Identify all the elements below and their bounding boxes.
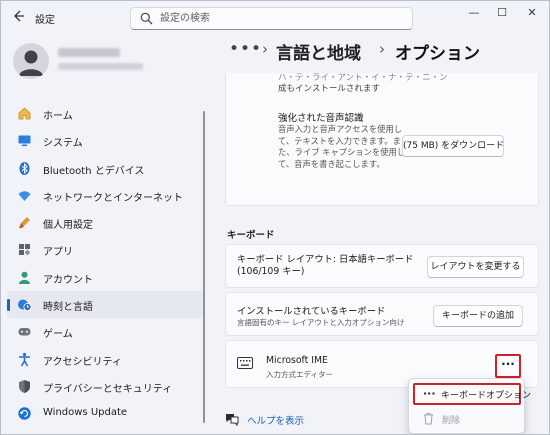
brush-icon xyxy=(19,217,30,229)
breadcrumb-language-region[interactable]: 言語と地域 xyxy=(276,39,361,64)
sidebar-item-label: Bluetooth とデバイス xyxy=(43,165,145,177)
gamepad-icon xyxy=(18,328,31,336)
sidebar-item-label: アクセシビリティ xyxy=(43,356,122,368)
sidebar-item-label: ホーム xyxy=(43,111,73,122)
more-dots-icon: ··· xyxy=(423,387,436,400)
sidebar-item-personalization[interactable]: 個人用設定 xyxy=(7,209,203,236)
sidebar-item-system[interactable]: システム xyxy=(7,127,203,154)
keyboard-icon xyxy=(237,357,253,369)
ime-title: Microsoft IME xyxy=(266,355,328,366)
help-icon xyxy=(226,414,239,426)
menu-item-label: キーボードオプション xyxy=(441,391,532,401)
add-keyboard-button[interactable]: キーボードの追加 xyxy=(433,305,523,327)
title-bar: 設定 — ☐ ✕ xyxy=(1,1,549,35)
maximize-button[interactable]: ☐ xyxy=(485,1,519,27)
menu-item-delete[interactable]: 削除 xyxy=(442,413,460,426)
sidebar-item-label: ネットワークとインターネット xyxy=(43,192,183,204)
breadcrumb-separator: › xyxy=(262,40,268,58)
search-input[interactable] xyxy=(160,11,400,26)
ime-subtitle: 入力方式エディター xyxy=(266,370,333,379)
change-layout-button[interactable]: レイアウトを変更する xyxy=(427,256,524,278)
sidebar-item-label: アプリ xyxy=(43,247,73,259)
installed-keyboards-card: インストールされているキーボード 言語固有のキー レイアウトと入力オプション向け… xyxy=(225,292,539,336)
home-icon xyxy=(18,107,31,120)
account-icon xyxy=(19,271,30,284)
accessibility-icon xyxy=(19,352,30,367)
download-button[interactable]: (75 MB) をダウンロード xyxy=(402,135,504,157)
ime-more-button[interactable]: ··· xyxy=(495,354,521,378)
sidebar-item-gaming[interactable]: ゲーム xyxy=(7,318,203,345)
avatar[interactable] xyxy=(13,43,49,79)
sidebar-item-label: 時刻と言語 xyxy=(43,302,93,314)
back-arrow-icon[interactable] xyxy=(11,9,27,25)
sidebar-item-accessibility[interactable]: アクセシビリティ xyxy=(7,346,203,373)
sidebar-item-label: Windows Update xyxy=(43,407,128,419)
sidebar-item-windows-update[interactable]: Windows Update xyxy=(7,400,203,427)
profile-email-redacted xyxy=(58,63,143,70)
speech-top-line1: ハ・テ・ライ・アント・イ・ナ・テ・ニ・ン xyxy=(278,73,448,83)
close-button[interactable]: ✕ xyxy=(515,1,549,27)
sidebar-scrollbar[interactable] xyxy=(203,111,205,423)
search-box[interactable] xyxy=(130,7,413,30)
ime-context-menu: ··· キーボードオプション 削除 xyxy=(408,378,531,434)
sidebar-item-label: システム xyxy=(43,138,83,150)
speech-description: 音声入力と音声アクセスを使用して、テキストを入力できます。また、ライブ キャプシ… xyxy=(278,124,406,169)
help-link[interactable]: ヘルプを表示 xyxy=(247,413,304,427)
bluetooth-icon xyxy=(19,161,30,175)
installed-keyboards-subtitle: 言語固有のキー レイアウトと入力オプション向け xyxy=(237,318,405,327)
sidebar-item-label: プライバシーとセキュリティ xyxy=(43,383,173,395)
trash-icon xyxy=(424,413,433,425)
sidebar-item-privacy[interactable]: プライバシーとセキュリティ xyxy=(7,373,203,400)
system-icon xyxy=(18,135,31,147)
speech-title: 強化された音声認識 xyxy=(278,113,364,124)
sidebar-item-label: ゲーム xyxy=(43,329,73,341)
time-language-icon xyxy=(18,299,32,312)
menu-item-keyboard-options[interactable]: ··· キーボードオプション xyxy=(413,383,531,405)
sidebar-item-label: 個人用設定 xyxy=(43,220,93,232)
update-icon xyxy=(18,407,31,420)
settings-window: 設定 — ☐ ✕ ホーム xyxy=(0,0,550,435)
speech-recognition-card: ハ・テ・ライ・アント・イ・ナ・テ・ニ・ン 成もインストールされます 強化された音… xyxy=(225,73,539,206)
page-title: オプション xyxy=(395,44,480,64)
wifi-icon xyxy=(18,191,31,201)
sidebar-item-label: アカウント xyxy=(43,274,93,286)
profile-name-redacted xyxy=(58,48,120,57)
search-icon xyxy=(140,12,153,25)
sidebar-item-bluetooth[interactable]: Bluetooth とデバイス xyxy=(7,155,203,182)
breadcrumb-separator: › xyxy=(379,40,385,58)
app-title: 設定 xyxy=(35,15,55,26)
sidebar-item-time-language[interactable]: 時刻と言語 xyxy=(7,291,203,319)
sidebar-item-accounts[interactable]: アカウント xyxy=(7,264,203,291)
breadcrumb-more-button[interactable]: ••• xyxy=(229,39,262,59)
installed-keyboards-title: インストールされているキーボード xyxy=(237,306,386,317)
sidebar-item-apps[interactable]: アプリ xyxy=(7,236,203,263)
sidebar-item-network[interactable]: ネットワークとインターネット xyxy=(7,182,203,209)
sidebar-item-home[interactable]: ホーム xyxy=(7,100,203,127)
sidebar-nav: ホーム システム Bluetooth とデバイス ネットワークとインターネット xyxy=(7,100,203,428)
speech-top-line2: 成もインストールされます xyxy=(278,84,380,94)
keyboard-layout-card: キーボード レイアウト: 日本語キーボード (106/109 キー) レイアウト… xyxy=(225,244,539,288)
shield-icon xyxy=(19,379,30,393)
speech-top-text: ハ・テ・ライ・アント・イ・ナ・テ・ニ・ン 成もインストールされます xyxy=(278,73,448,95)
keyboard-layout-title: キーボード レイアウト: 日本語キーボード (106/109 キー) xyxy=(237,254,414,277)
apps-icon xyxy=(19,244,31,256)
keyboard-section-title: キーボード xyxy=(227,230,275,241)
